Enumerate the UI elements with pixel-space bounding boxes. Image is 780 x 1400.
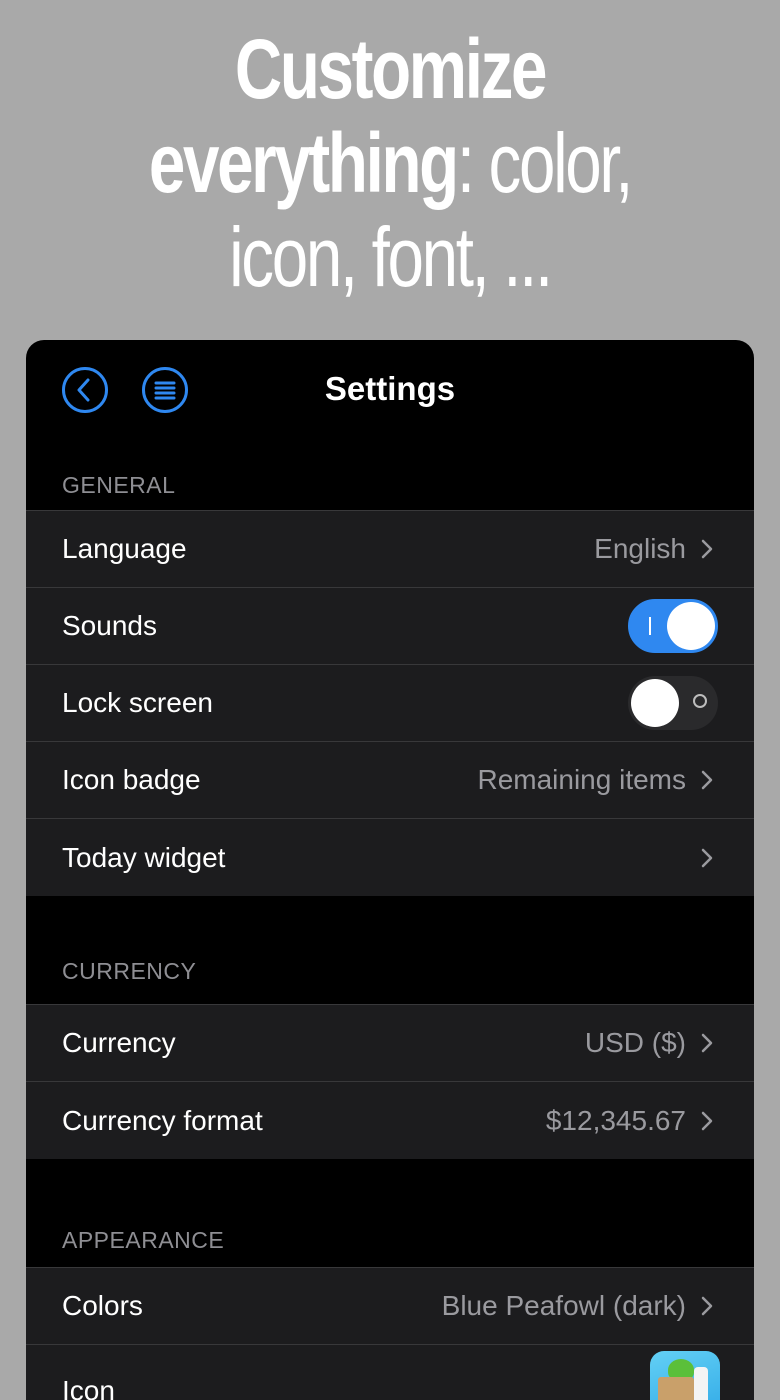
headline: Customize everything: color, icon, font,…: [86, 22, 694, 304]
toggle-knob: [667, 602, 715, 650]
language-label: Language: [62, 533, 187, 564]
bottle-shape: [694, 1367, 708, 1400]
chevron-right-icon: [701, 539, 713, 559]
chevron-right-icon: [701, 1033, 713, 1053]
headline-line-2-bold: everything: [148, 116, 459, 210]
colors-label: Colors: [62, 1290, 143, 1321]
settings-screen: Settings GENERAL Language English Sounds…: [26, 340, 754, 1400]
section-header-general: GENERAL: [62, 472, 176, 498]
headline-line-1: Customize: [234, 22, 548, 116]
grocery-bag-shape: [658, 1377, 694, 1400]
sounds-toggle[interactable]: [628, 599, 718, 653]
appearance-group: Colors Blue Peafowl (dark) Icon: [26, 1267, 754, 1400]
lock-screen-toggle[interactable]: [628, 676, 718, 730]
today-widget-label: Today widget: [62, 841, 226, 873]
currency-row[interactable]: Currency USD ($): [26, 1005, 754, 1082]
language-value: English: [594, 533, 686, 564]
chevron-right-icon: [701, 770, 713, 790]
currency-group: Currency USD ($) Currency format $12,345…: [26, 1004, 754, 1159]
headline-line-3: icon, font, ...: [229, 210, 553, 304]
navigation-bar: Settings: [26, 340, 754, 444]
toggle-on-mark: [649, 617, 651, 635]
chevron-right-icon: [701, 848, 713, 867]
sounds-row: Sounds: [26, 588, 754, 665]
app-icon-preview: [650, 1351, 720, 1400]
colors-row[interactable]: Colors Blue Peafowl (dark): [26, 1268, 754, 1345]
currency-value: USD ($): [584, 1027, 686, 1058]
language-row[interactable]: Language English: [26, 511, 754, 588]
currency-format-row[interactable]: Currency format $12,345.67: [26, 1082, 754, 1159]
page-title: Settings: [324, 370, 456, 407]
lock-screen-row: Lock screen: [26, 665, 754, 742]
general-group: Language English Sounds Lock screen Icon…: [26, 510, 754, 896]
icon-badge-row[interactable]: Icon badge Remaining items: [26, 742, 754, 819]
colors-value: Blue Peafowl (dark): [441, 1290, 686, 1321]
chevron-right-icon: [701, 1111, 713, 1130]
currency-label: Currency: [62, 1027, 176, 1058]
toggle-knob: [631, 679, 679, 727]
section-header-appearance: APPEARANCE: [62, 1227, 225, 1253]
currency-format-value: $12,345.67: [545, 1104, 686, 1136]
icon-row[interactable]: Icon: [26, 1345, 754, 1400]
icon-label: Icon: [62, 1375, 115, 1400]
section-header-currency: CURRENCY: [62, 958, 197, 984]
today-widget-row[interactable]: Today widget: [26, 819, 754, 896]
chevron-right-icon: [701, 1296, 713, 1316]
headline-line-2-rest: : color,: [456, 116, 634, 210]
icon-badge-label: Icon badge: [62, 764, 201, 795]
toggle-off-mark: [693, 694, 707, 708]
currency-format-label: Currency format: [62, 1104, 263, 1136]
icon-badge-value: Remaining items: [477, 764, 686, 795]
